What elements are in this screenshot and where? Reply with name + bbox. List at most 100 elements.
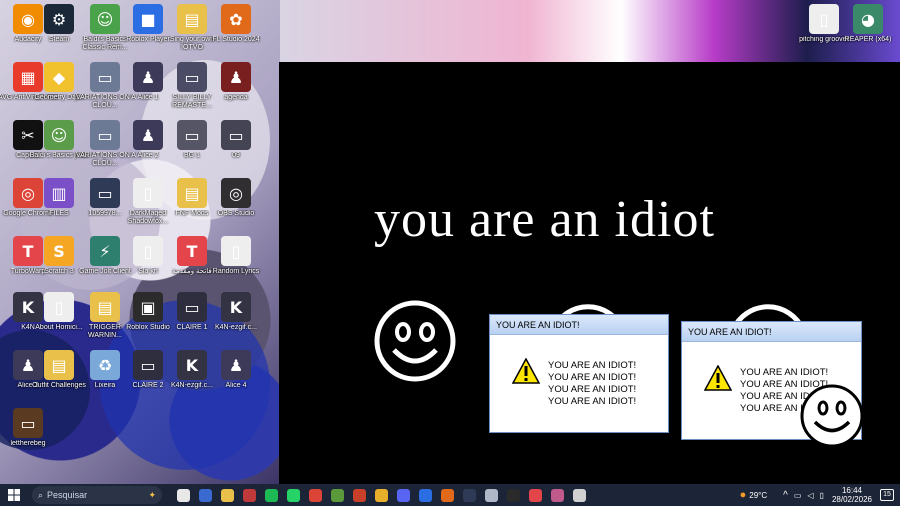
system-tray: ● 29°C ^ ▭ ◁ ▯ 16:44 28/02/2026 15 bbox=[740, 484, 900, 506]
app-icon: ◆ bbox=[44, 62, 74, 92]
app-icon bbox=[572, 488, 586, 502]
chevron-up-icon[interactable]: ^ bbox=[783, 490, 788, 501]
weather-icon[interactable]: ● bbox=[740, 489, 747, 501]
desktop-icon[interactable]: ◎ OBS Studio bbox=[206, 178, 266, 236]
app-icon: ▭ bbox=[177, 292, 207, 322]
app-icon: K bbox=[177, 350, 207, 380]
clock-time: 16:44 bbox=[841, 486, 862, 495]
app-icon: ▯ bbox=[809, 4, 839, 34]
desktop-icon-label: REAPER (x64) bbox=[844, 36, 892, 43]
desktop-icon[interactable]: ▭ 09 bbox=[206, 120, 266, 178]
smiley-face-icon bbox=[374, 300, 456, 382]
dialog-title: YOU ARE AN IDIOT! bbox=[682, 322, 861, 342]
app-icon: T bbox=[177, 236, 207, 266]
taskbar-app-icon[interactable] bbox=[546, 484, 568, 506]
app-icon bbox=[176, 488, 190, 502]
desktop-icon[interactable]: K K4N-ezgif.c... bbox=[206, 292, 266, 350]
dialog-line: YOU ARE AN IDIOT! bbox=[548, 360, 637, 371]
taskbar-app-icon[interactable] bbox=[260, 484, 282, 506]
taskbar-app-list bbox=[172, 484, 590, 506]
taskbar-search-box[interactable]: ⌕ Pesquisar ✦ bbox=[32, 486, 162, 504]
taskbar-app-icon[interactable] bbox=[282, 484, 304, 506]
app-icon: ▯ bbox=[133, 178, 163, 208]
desktop-icon[interactable]: ✿ FL Studio 2024 bbox=[206, 4, 266, 62]
desktop-icon-label: FL Studio 2024 bbox=[212, 36, 260, 43]
app-icon: ▤ bbox=[177, 4, 207, 34]
app-icon: ☺ bbox=[90, 4, 120, 34]
app-icon: S bbox=[44, 236, 74, 266]
warning-icon bbox=[704, 365, 732, 391]
app-icon: ▭ bbox=[177, 120, 207, 150]
weather-temp[interactable]: 29°C bbox=[749, 491, 767, 500]
app-icon bbox=[220, 488, 234, 502]
taskbar-app-icon[interactable] bbox=[326, 484, 348, 506]
taskbar-app-icon[interactable] bbox=[304, 484, 326, 506]
taskbar-app-icon[interactable] bbox=[370, 484, 392, 506]
app-icon: ▭ bbox=[13, 408, 43, 438]
taskbar-app-icon[interactable] bbox=[216, 484, 238, 506]
app-icon bbox=[484, 488, 498, 502]
taskbar-app-icon[interactable] bbox=[348, 484, 370, 506]
app-icon bbox=[506, 488, 520, 502]
app-icon: ▤ bbox=[44, 350, 74, 380]
app-icon bbox=[264, 488, 278, 502]
desktop-icon[interactable]: ♟ agenda bbox=[206, 62, 266, 120]
app-icon: ▯ bbox=[44, 292, 74, 322]
taskbar-app-icon[interactable] bbox=[238, 484, 260, 506]
taskbar-app-icon[interactable] bbox=[502, 484, 524, 506]
app-icon: ◎ bbox=[221, 178, 251, 208]
app-icon: ■ bbox=[133, 4, 163, 34]
taskbar-app-icon[interactable] bbox=[480, 484, 502, 506]
desktop-icon-label: Alice 4 bbox=[225, 382, 247, 389]
taskbar-app-icon[interactable] bbox=[172, 484, 194, 506]
idiot-dialog[interactable]: YOU ARE AN IDIOT! YOU ARE AN IDIOT! YOU … bbox=[489, 314, 669, 433]
app-icon: ▤ bbox=[177, 178, 207, 208]
taskbar-app-icon[interactable] bbox=[392, 484, 414, 506]
network-icon[interactable]: ▭ bbox=[794, 491, 802, 500]
app-icon: ▭ bbox=[90, 120, 120, 150]
notification-count: 15 bbox=[883, 491, 891, 498]
desktop-icon[interactable]: ▯ Random Lyrics bbox=[206, 236, 266, 294]
app-icon: ▯ bbox=[221, 236, 251, 266]
taskbar-app-icon[interactable] bbox=[436, 484, 458, 506]
app-icon: ▥ bbox=[44, 178, 74, 208]
start-button[interactable] bbox=[0, 484, 28, 506]
desktop-icon-label: agenda bbox=[224, 94, 248, 101]
battery-icon[interactable]: ▯ bbox=[820, 491, 824, 500]
search-placeholder: Pesquisar bbox=[47, 490, 88, 500]
app-icon bbox=[286, 488, 300, 502]
app-icon bbox=[528, 488, 542, 502]
app-icon: ▭ bbox=[177, 62, 207, 92]
desktop-icon[interactable]: ▭ lettherebeg bbox=[0, 408, 58, 466]
desktop-icon[interactable]: ◕ REAPER (x64) bbox=[838, 4, 898, 62]
smiley-face-icon[interactable] bbox=[799, 383, 865, 449]
idiot-heading: you are an idiot bbox=[374, 191, 715, 248]
dialog-line: YOU ARE AN IDIOT! bbox=[548, 396, 637, 407]
app-icon bbox=[242, 488, 256, 502]
app-icon: ◕ bbox=[853, 4, 883, 34]
taskbar: ⌕ Pesquisar ✦ ● 29°C ^ ▭ ◁ ▯ 16:44 28/02… bbox=[0, 484, 900, 506]
app-icon: ⚙ bbox=[44, 4, 74, 34]
app-icon bbox=[550, 488, 564, 502]
app-icon: ▭ bbox=[133, 350, 163, 380]
clock[interactable]: 16:44 28/02/2026 bbox=[832, 486, 872, 504]
dialog-title: YOU ARE AN IDIOT! bbox=[490, 315, 668, 335]
notification-badge[interactable]: 15 bbox=[880, 489, 894, 501]
clock-date: 28/02/2026 bbox=[831, 495, 872, 504]
taskbar-app-icon[interactable] bbox=[458, 484, 480, 506]
desktop-icon-label: OBS Studio bbox=[217, 210, 255, 217]
volume-icon[interactable]: ◁ bbox=[807, 491, 813, 500]
taskbar-app-icon[interactable] bbox=[568, 484, 590, 506]
app-icon bbox=[198, 488, 212, 502]
taskbar-app-icon[interactable] bbox=[414, 484, 436, 506]
app-icon: ▭ bbox=[90, 178, 120, 208]
taskbar-app-icon[interactable] bbox=[194, 484, 216, 506]
app-icon bbox=[418, 488, 432, 502]
app-icon bbox=[396, 488, 410, 502]
app-icon bbox=[308, 488, 322, 502]
app-icon: ⚡ bbox=[90, 236, 120, 266]
search-icon: ⌕ bbox=[38, 489, 44, 500]
desktop-icon[interactable]: ♟ Alice 4 bbox=[206, 350, 266, 408]
app-icon bbox=[330, 488, 344, 502]
taskbar-app-icon[interactable] bbox=[524, 484, 546, 506]
